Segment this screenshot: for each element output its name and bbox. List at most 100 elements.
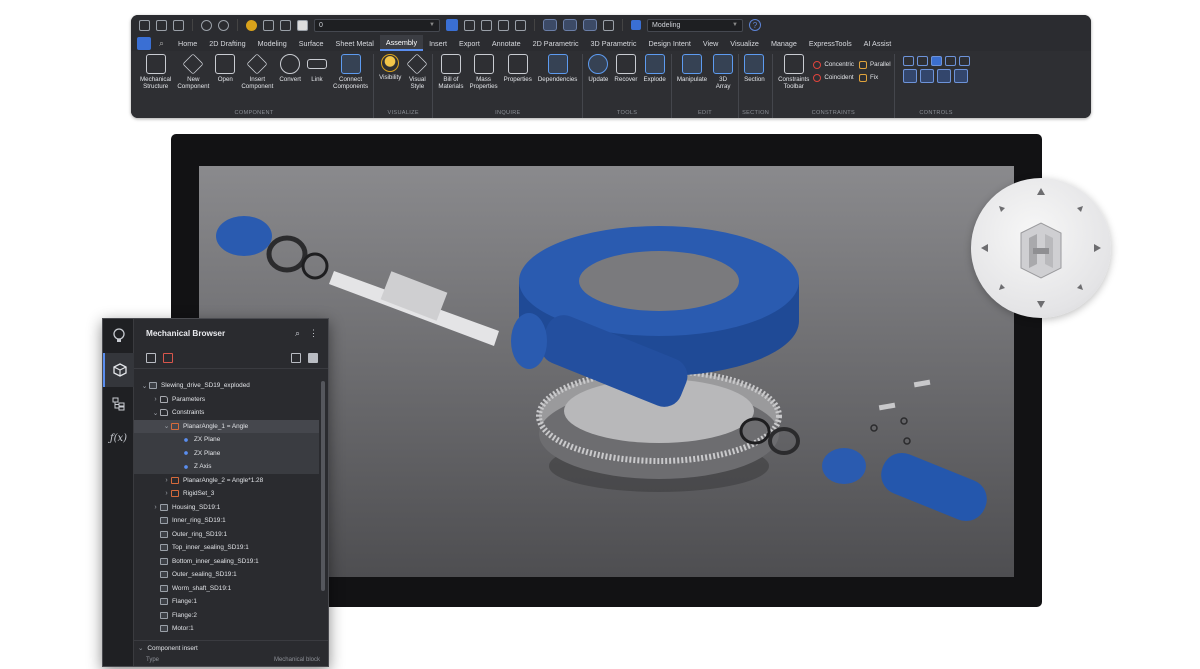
- tree-scrollbar[interactable]: [321, 381, 325, 591]
- help-icon[interactable]: ?: [749, 19, 761, 31]
- tree-row[interactable]: › Parameters: [134, 393, 319, 407]
- insert-component-button[interactable]: Insert Component: [239, 53, 275, 90]
- tree-row[interactable]: Z Axis: [134, 460, 319, 474]
- control-zoom-icon[interactable]: [944, 56, 956, 66]
- properties-button[interactable]: Properties: [502, 54, 534, 83]
- link-button[interactable]: Link: [305, 54, 329, 83]
- dependencies-button[interactable]: Dependencies: [536, 54, 580, 83]
- filter-icon[interactable]: [146, 352, 156, 363]
- coincident-button[interactable]: Coincident: [813, 71, 854, 84]
- tab-visualize[interactable]: Visualize: [724, 35, 765, 51]
- tree-row[interactable]: › PlanarAngle_2 = Angle*1.28: [134, 474, 319, 488]
- explode-button[interactable]: Explode: [641, 54, 667, 83]
- chevron-down-icon[interactable]: ⌄: [162, 422, 171, 430]
- tab-expresstools[interactable]: ExpressTools: [803, 35, 858, 51]
- app-icon[interactable]: [139, 19, 150, 31]
- tab-export[interactable]: Export: [453, 35, 486, 51]
- arrow-up-icon[interactable]: [1037, 188, 1045, 195]
- tab-2d-drafting[interactable]: 2D Drafting: [203, 35, 251, 51]
- snap-icon[interactable]: [498, 19, 509, 31]
- connect-components-button[interactable]: Connect Components: [331, 54, 370, 90]
- side-tab-mechanical-browser[interactable]: [103, 353, 134, 387]
- expand-tree-icon[interactable]: [291, 352, 301, 363]
- chevron-right-icon[interactable]: ›: [162, 490, 171, 497]
- update-button[interactable]: Update: [586, 54, 610, 83]
- control-pan-icon[interactable]: [930, 56, 942, 66]
- tree-row[interactable]: ⌄ PlanarAngle_1 = Angle: [134, 419, 319, 433]
- new-component-button[interactable]: New Component: [175, 53, 211, 90]
- tab-home[interactable]: Home: [172, 35, 203, 51]
- concentric-button[interactable]: Concentric: [813, 58, 854, 71]
- control-view-2-icon[interactable]: [919, 69, 934, 83]
- visibility-button[interactable]: Visibility: [377, 54, 403, 81]
- properties-icon[interactable]: [481, 19, 492, 31]
- layer-lock-icon[interactable]: [263, 19, 274, 31]
- recover-button[interactable]: Recover: [612, 54, 639, 83]
- chevron-down-icon[interactable]: ⌄: [140, 382, 149, 390]
- tree-row[interactable]: Motor:1: [134, 622, 319, 636]
- tab-manage[interactable]: Manage: [765, 35, 803, 51]
- tree-row[interactable]: Outer_sealing_SD19:1: [134, 568, 319, 582]
- 3d-array-button[interactable]: 3D Array: [711, 54, 735, 90]
- tree-row[interactable]: Flange:2: [134, 609, 319, 623]
- layer-color-icon[interactable]: [297, 19, 308, 31]
- side-tab-parameters[interactable]: ƒ(x): [103, 421, 134, 455]
- bill-of-materials-button[interactable]: Bill of Materials: [436, 54, 465, 90]
- application-menu-button[interactable]: [137, 36, 151, 50]
- mechanical-structure-button[interactable]: Mechanical Structure: [138, 54, 173, 90]
- arrow-right-icon[interactable]: [1094, 244, 1101, 252]
- measure-icon[interactable]: [446, 19, 458, 31]
- arrow-down-right-icon[interactable]: [1077, 284, 1083, 290]
- tree-row[interactable]: ⌄ Slewing_drive_SD19_exploded: [134, 379, 319, 393]
- tab-insert[interactable]: Insert: [423, 35, 453, 51]
- tree-row[interactable]: Bottom_inner_sealing_SD19:1: [134, 555, 319, 569]
- match-properties-icon[interactable]: [464, 19, 475, 31]
- tab-surface[interactable]: Surface: [293, 35, 330, 51]
- view-mode-3-icon[interactable]: [583, 19, 597, 31]
- search-icon[interactable]: ⌕: [159, 38, 164, 49]
- side-tab-tips[interactable]: [103, 319, 134, 353]
- tree-row[interactable]: ZX Plane: [134, 446, 319, 460]
- tab-assembly[interactable]: Assembly: [379, 35, 424, 51]
- open-icon[interactable]: [173, 19, 184, 31]
- layers-icon[interactable]: [515, 19, 526, 31]
- display-mode-icon[interactable]: [308, 352, 318, 363]
- tree-row[interactable]: Flange:1: [134, 595, 319, 609]
- redo-icon[interactable]: [218, 19, 229, 31]
- arrow-left-icon[interactable]: [981, 244, 988, 252]
- view-cube-icon[interactable]: [603, 19, 614, 31]
- side-tab-structure[interactable]: [103, 387, 134, 421]
- tree-row[interactable]: Worm_shaft_SD19:1: [134, 582, 319, 596]
- search-icon[interactable]: ⌕: [295, 328, 300, 339]
- tab-annotate[interactable]: Annotate: [486, 35, 527, 51]
- section-button[interactable]: Section: [742, 54, 767, 83]
- view-mode-1-icon[interactable]: [543, 19, 557, 31]
- tree-row[interactable]: Inner_ring_SD19:1: [134, 514, 319, 528]
- tab-sheet-metal[interactable]: Sheet Metal: [330, 35, 380, 51]
- control-view-3-icon[interactable]: [936, 69, 951, 83]
- control-view-4-icon[interactable]: [953, 69, 968, 83]
- tree-row[interactable]: › RigidSet_3: [134, 487, 319, 501]
- tab-2d-parametric[interactable]: 2D Parametric: [527, 35, 585, 51]
- tab-ai-assist[interactable]: AI Assist: [858, 35, 898, 51]
- layer-dropdown[interactable]: 0 ▼: [314, 18, 440, 32]
- layer-bulb-icon[interactable]: [246, 19, 257, 31]
- chevron-right-icon[interactable]: ›: [151, 396, 160, 403]
- control-view-1-icon[interactable]: [902, 69, 917, 83]
- arrow-up-right-icon[interactable]: [1077, 206, 1083, 212]
- control-orbit-icon[interactable]: [958, 56, 970, 66]
- arrow-down-icon[interactable]: [1037, 301, 1045, 308]
- convert-button[interactable]: Convert: [277, 54, 303, 83]
- open-component-button[interactable]: Open: [213, 54, 237, 83]
- undo-icon[interactable]: [201, 19, 212, 31]
- arrow-down-left-icon[interactable]: [999, 284, 1005, 290]
- parallel-button[interactable]: Parallel: [858, 58, 891, 71]
- control-axis-icon[interactable]: [916, 56, 928, 66]
- tree-row[interactable]: ⌄ Constraints: [134, 406, 319, 420]
- constraints-toolbar-button[interactable]: Constraints Toolbar: [776, 54, 811, 90]
- workspace-dropdown[interactable]: Modeling ▼: [647, 18, 743, 32]
- tab-modeling[interactable]: Modeling: [252, 35, 293, 51]
- view-mode-2-icon[interactable]: [563, 19, 577, 31]
- mass-properties-button[interactable]: Mass Properties: [467, 54, 499, 90]
- new-file-icon[interactable]: [156, 19, 167, 31]
